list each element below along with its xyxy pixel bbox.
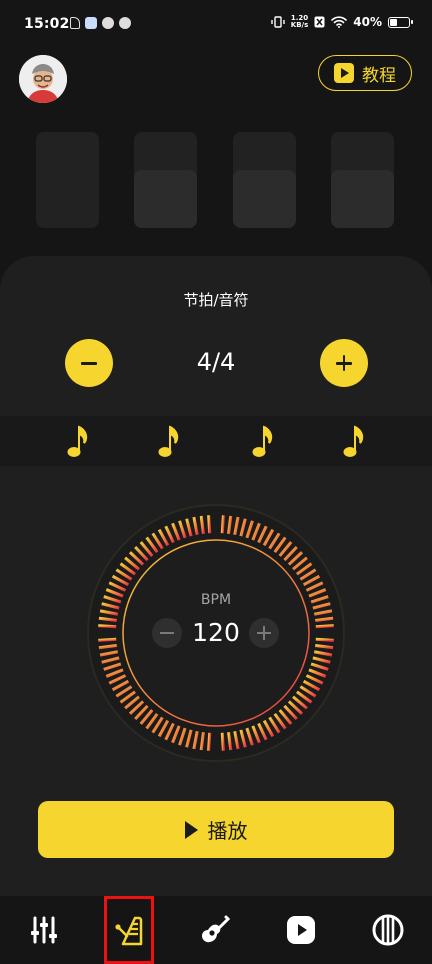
tutorial-label: 教程 [362, 65, 396, 86]
nav-tuner[interactable] [363, 896, 413, 964]
calendar-app-icon [85, 17, 97, 29]
eighth-note-icon[interactable] [342, 421, 366, 461]
eighth-note-icon[interactable] [157, 421, 181, 461]
status-time: 15:02 [24, 16, 70, 32]
bpm-increase-button[interactable] [249, 618, 279, 648]
net-speed: 1.20 KB/s [290, 14, 309, 29]
eighth-note-icon[interactable] [251, 421, 275, 461]
tiktok-icon [70, 17, 80, 29]
note-strip [0, 416, 432, 466]
sim-off-icon [314, 16, 325, 28]
increase-time-signature-button[interactable] [320, 339, 368, 387]
play-icon [184, 820, 198, 839]
bpm-value: 120 [192, 618, 240, 647]
beat-indicator[interactable] [134, 132, 197, 228]
dial-tick [207, 515, 212, 534]
play-square-icon [334, 63, 354, 83]
dial-tick [207, 732, 212, 751]
beat-indicator[interactable] [331, 132, 394, 228]
fan-app-icon [119, 17, 131, 29]
status-right: 1.20 KB/s 40% [271, 14, 413, 29]
nav-guitar[interactable] [190, 896, 240, 964]
guitar-icon [202, 915, 231, 943]
play-label: 播放 [207, 819, 248, 843]
wifi-icon [331, 16, 348, 28]
time-signature-title: 节拍/音符 [183, 291, 249, 309]
eighth-note-icon[interactable] [66, 421, 90, 461]
tuner-icon [372, 914, 404, 946]
play-button[interactable]: 播放 [38, 801, 394, 858]
nav-mixer[interactable] [19, 896, 69, 964]
avatar-icon [19, 55, 67, 103]
bpm-label: BPM [200, 592, 232, 608]
avatar[interactable] [19, 55, 67, 103]
swirl-app-icon [102, 17, 114, 29]
battery-percent: 40% [353, 15, 382, 29]
bottom-nav [0, 896, 432, 964]
mixer-icon [31, 916, 57, 944]
status-bar: 15:02 1.20 KB/s 40% [0, 0, 432, 50]
beat-indicator[interactable] [233, 132, 296, 228]
beat-indicator[interactable] [36, 132, 99, 228]
dial-tick [220, 732, 225, 751]
tutorial-button[interactable]: 教程 [318, 55, 412, 91]
nav-video[interactable] [276, 896, 326, 964]
play-icon [287, 916, 315, 944]
nav-metronome[interactable] [104, 896, 154, 964]
vibrate-icon [271, 16, 285, 28]
battery-icon [388, 16, 413, 28]
dial-tick [220, 515, 225, 534]
status-app-icons [70, 17, 131, 29]
metronome-icon [115, 916, 143, 946]
